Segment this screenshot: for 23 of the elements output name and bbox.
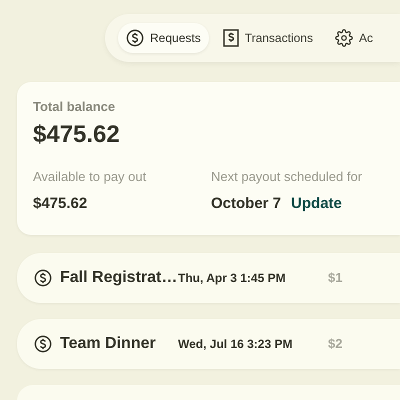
available-label: Available to pay out [33, 169, 148, 185]
payout-date: October 7 [211, 195, 282, 213]
balance-amount: $475.62 [33, 121, 121, 149]
request-date: Wed, Jul 16 3:23 PM [178, 336, 294, 353]
request-amount: $1 [328, 269, 342, 288]
dollar-circle-icon [34, 269, 52, 287]
payout-label: Next payout scheduled for [211, 169, 362, 185]
balance-label: Total balance [33, 99, 116, 115]
dollar-circle-icon [126, 29, 144, 47]
request-row[interactable]: Fall Registrat…Thu, Apr 3 1:45 PM $1 [17, 253, 400, 303]
update-link[interactable]: Update [291, 195, 342, 213]
request-title: Fall Registrat… [60, 268, 178, 288]
request-row[interactable]: Team Dinner Wed, Jul 16 3:23 PM $2 [17, 319, 400, 369]
available-amount: $475.62 [33, 195, 88, 213]
request-title: Team Dinner [60, 334, 157, 354]
nav-tab[interactable]: Requests [118, 23, 209, 53]
nav-tab[interactable]: Ac [326, 23, 381, 53]
request-date: Thu, Apr 3 1:45 PM [178, 270, 287, 287]
request-amount: $2 [328, 335, 342, 354]
receipt-icon [222, 29, 239, 47]
nav-tab[interactable]: Transactions [214, 23, 321, 53]
gear-icon [334, 29, 353, 47]
dollar-circle-icon [34, 335, 52, 353]
